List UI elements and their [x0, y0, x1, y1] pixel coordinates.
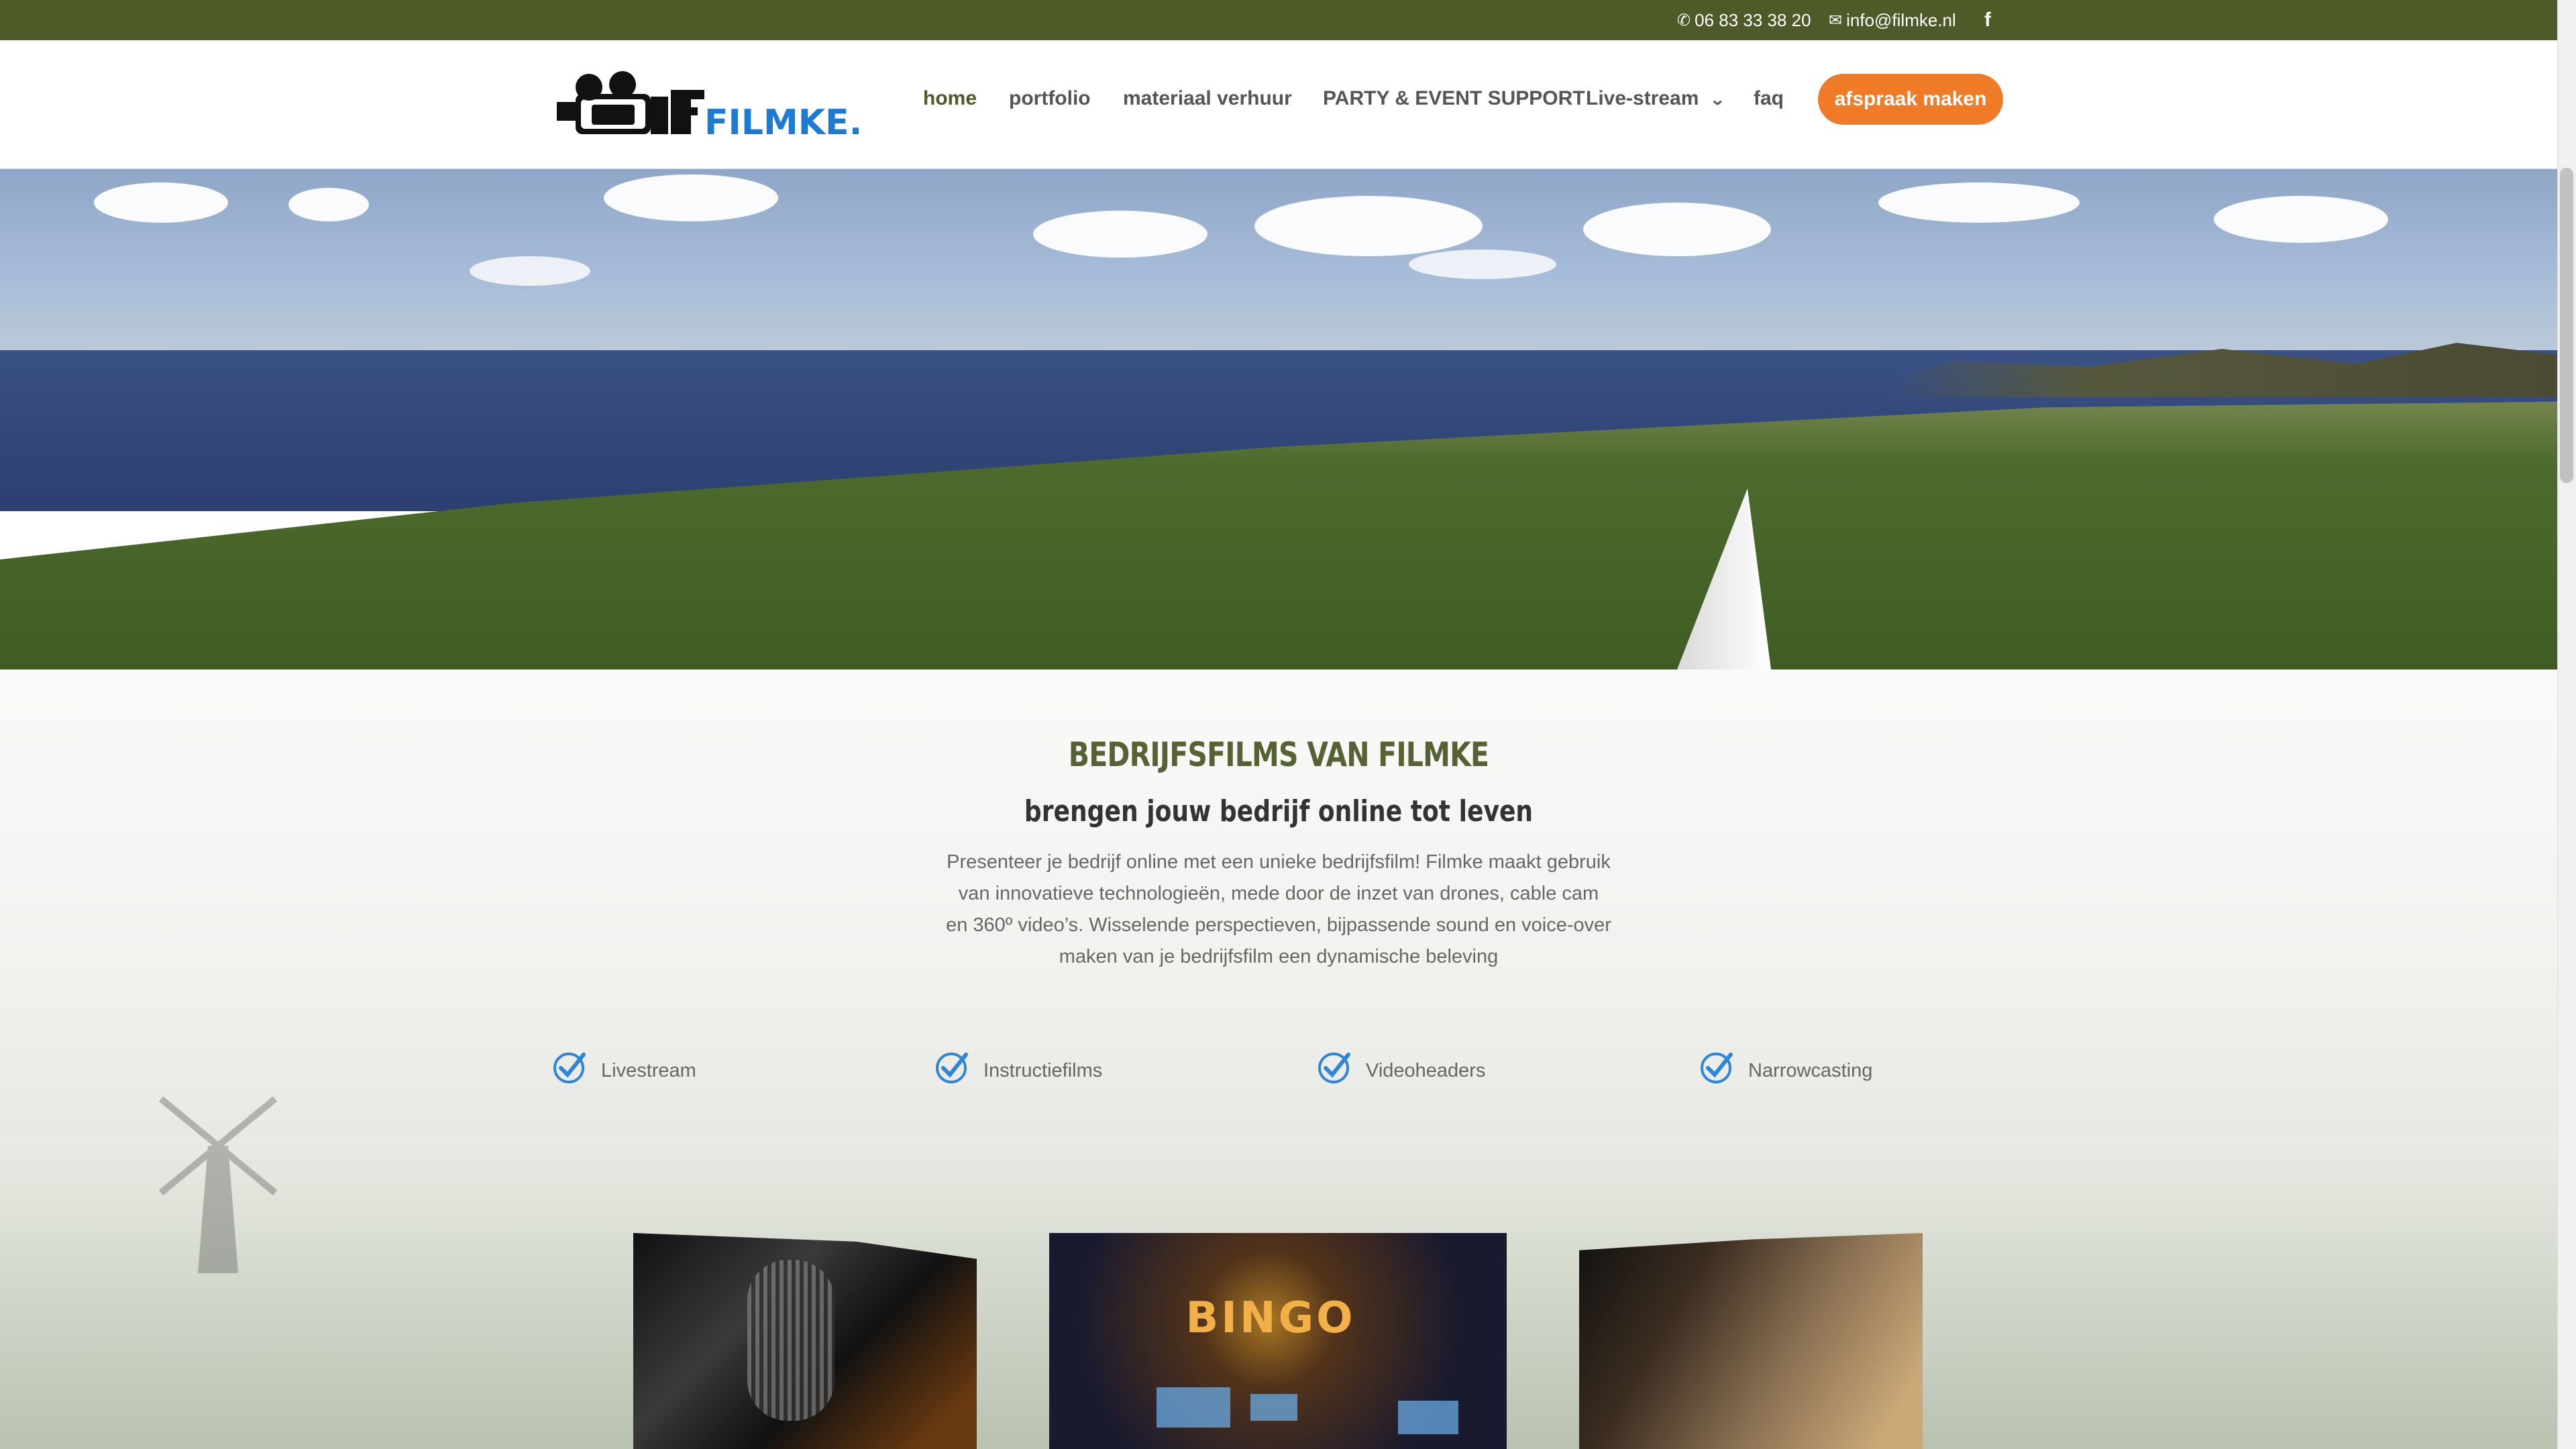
section-title: BEDRIJFSFILMS VAN FILMKE	[1068, 735, 1489, 774]
intro-line: en 360º video’s. Wisselende perspectieve…	[946, 914, 1611, 936]
envelope-icon: ✉	[1829, 11, 1843, 30]
cloud	[94, 182, 228, 223]
windmill-image	[158, 1096, 278, 1273]
check-icon	[1318, 1053, 1350, 1083]
nav-portfolio-label: portfolio	[1009, 87, 1091, 109]
nav-faq[interactable]: faq	[1754, 87, 1784, 110]
feature-livestream: Livestream	[551, 1048, 696, 1085]
nav-materiaal-label: materiaal verhuur	[1123, 87, 1292, 109]
check-icon	[936, 1053, 968, 1083]
portfolio-image-concert[interactable]	[1579, 1233, 1923, 1449]
cloud	[1033, 211, 1208, 258]
nav-party-event-support[interactable]: PARTY & EVENT SUPPORT	[1323, 87, 1585, 110]
afspraak-maken-button[interactable]: afspraak maken	[1818, 74, 2003, 125]
portfolio-image-microphone[interactable]	[633, 1233, 977, 1449]
content-section: BEDRIJFSFILMS VAN FILMKE brengen jouw be…	[0, 669, 2557, 1449]
feature-videoheaders: Videoheaders	[1316, 1048, 1485, 1085]
nav-home-label: home	[923, 87, 977, 109]
feature-instructiefilms: Instructiefilms	[934, 1048, 1102, 1085]
intro-line: maken van je bedrijfsfilm een dynamische…	[1059, 946, 1499, 967]
cloud	[1254, 196, 1483, 256]
check-icon	[553, 1053, 586, 1083]
microphone-image	[747, 1260, 835, 1421]
scrollbar[interactable]	[2557, 0, 2576, 1449]
site-header: FILMKE.NL home portfolio materiaal verhu…	[0, 40, 2557, 169]
feature-label: Livestream	[601, 1059, 696, 1081]
scrollbar-thumb[interactable]	[2560, 168, 2573, 483]
cloud	[470, 256, 590, 286]
cloud	[1878, 182, 2080, 223]
nav-live-stream[interactable]: Live-stream ⌄	[1586, 87, 1725, 110]
chevron-down-icon: ⌄	[1709, 91, 1725, 108]
cloud	[2214, 196, 2388, 243]
monitor-screen	[1250, 1394, 1297, 1421]
hero-image	[0, 169, 2557, 669]
email-contact[interactable]: ✉ info@filmke.nl	[1829, 0, 1956, 40]
phone-contact[interactable]: ✆ 06 83 33 38 20	[1677, 0, 1811, 40]
feature-label: Videoheaders	[1366, 1059, 1486, 1081]
check-icon	[1701, 1053, 1733, 1083]
intro-line: Presenteer je bedrijf online met een uni…	[947, 851, 1611, 873]
monitor-screen	[1157, 1387, 1230, 1428]
bingo-sign: BINGO	[1185, 1293, 1356, 1343]
nav-home[interactable]: home	[923, 87, 977, 110]
monitor-screen	[1398, 1401, 1458, 1434]
hero-sky	[0, 169, 2557, 370]
cloud	[288, 188, 369, 221]
nav-portfolio[interactable]: portfolio	[1009, 87, 1091, 110]
feature-narrowcasting: Narrowcasting	[1699, 1048, 1872, 1085]
feature-label: Narrowcasting	[1748, 1059, 1873, 1081]
feature-label: Instructiefilms	[983, 1059, 1103, 1081]
top-bar: ✆ 06 83 33 38 20 ✉ info@filmke.nl f	[0, 0, 2557, 40]
nav-materiaal-verhuur[interactable]: materiaal verhuur	[1123, 87, 1292, 110]
intro-line: van innovatieve technologieën, mede door…	[958, 883, 1599, 904]
nav-faq-label: faq	[1754, 87, 1784, 109]
portfolio-image-bingo-stage[interactable]: BINGO	[1049, 1233, 1507, 1449]
cloud	[1583, 203, 1771, 256]
nav-live-stream-label: Live-stream	[1586, 87, 1699, 109]
logo-text: FILMKE.NL	[704, 103, 860, 143]
phone-icon: ✆	[1677, 11, 1691, 30]
intro-text: Presenteer je bedrijf online met een uni…	[928, 847, 1629, 973]
logo[interactable]: FILMKE.NL	[557, 70, 860, 144]
nav-party-label: PARTY & EVENT SUPPORT	[1323, 87, 1585, 109]
facebook-icon[interactable]: f	[1984, 0, 1991, 40]
email-address: info@filmke.nl	[1846, 9, 1956, 30]
cloud	[1409, 250, 1556, 279]
phone-number: 06 83 33 38 20	[1695, 9, 1811, 30]
cloud	[604, 174, 778, 221]
section-subtitle: brengen jouw bedrijf online tot leven	[1024, 794, 1534, 828]
